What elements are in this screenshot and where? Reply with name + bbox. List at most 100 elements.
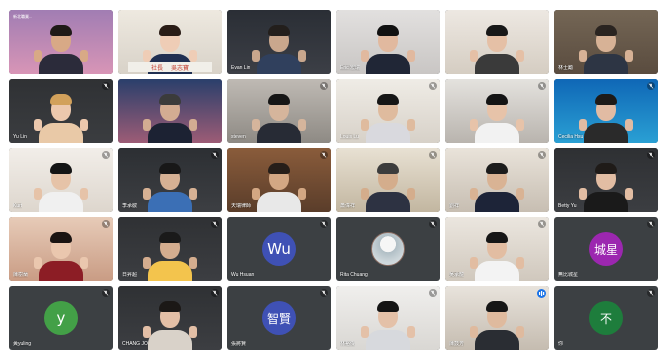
mic-off-icon (211, 289, 219, 297)
name-plate: 社長 吳志寶 (128, 62, 212, 72)
participant-name: 蕭偉祥 (340, 203, 356, 209)
participant-name: 林裕傑 (340, 341, 356, 347)
participant-video (470, 91, 524, 143)
participant-name: Wu Hsuan (231, 272, 255, 278)
participant-name: Betty Yu (558, 203, 577, 209)
participant-tile[interactable]: Louis Lu (336, 79, 440, 143)
participant-name: 日昇超 (122, 272, 138, 278)
mic-off-icon (102, 82, 110, 90)
participant-video (361, 91, 415, 143)
participant-name: Cecilia Hsu (558, 134, 584, 140)
participant-video (252, 22, 306, 74)
participant-name: Kurt (13, 203, 23, 209)
participant-avatar: Wu (262, 232, 296, 266)
participant-tile[interactable]: 陳鼓芳 (445, 286, 549, 350)
participant-tile[interactable]: 社長 吳志寶 (118, 10, 222, 74)
participant-name: Yu Lin (13, 134, 27, 140)
participant-video (470, 298, 524, 350)
participant-tile[interactable]: 林士勵 (554, 10, 658, 74)
mic-off-icon (647, 82, 655, 90)
participant-name: 你 (558, 341, 564, 347)
mic-off-icon (429, 82, 437, 90)
participant-tile[interactable]: Eric 宏瑞 (336, 10, 440, 74)
participant-tile[interactable]: 城星無比城星 (554, 217, 658, 281)
participant-video (143, 229, 197, 281)
participant-tile[interactable]: steven (227, 79, 331, 143)
mic-off-icon (647, 151, 655, 159)
participant-video (34, 22, 88, 74)
participant-tile[interactable]: 吳承龍 (445, 217, 549, 281)
participant-tile[interactable]: 不你 (554, 286, 658, 350)
participant-video (470, 22, 524, 74)
background-text: 新北職業... (13, 14, 33, 19)
participant-avatar: 城星 (589, 232, 623, 266)
participant-tile[interactable]: CHANG JO (118, 286, 222, 350)
mic-off-icon (211, 220, 219, 228)
participant-tile[interactable]: Rita Chuang (336, 217, 440, 281)
participant-tile[interactable] (445, 79, 549, 143)
participant-video (361, 22, 415, 74)
participant-name: 無比城星 (558, 272, 579, 278)
participant-name: 天瑞律師 (231, 203, 252, 209)
participant-video (579, 91, 633, 143)
mic-off-icon (211, 151, 219, 159)
participant-tile[interactable]: 陳樹蘭 (9, 217, 113, 281)
participant-tile[interactable]: Betty Yu (554, 148, 658, 212)
participant-tile[interactable]: Kurt (9, 148, 113, 212)
participant-tile[interactable]: Evan Lin (227, 10, 331, 74)
mic-off-icon (429, 220, 437, 228)
participant-tile[interactable]: y 黃yuling (9, 286, 113, 350)
participant-video (579, 22, 633, 74)
participant-video (470, 229, 524, 281)
mic-off-icon (102, 220, 110, 228)
participant-tile[interactable]: 日昇超 (118, 217, 222, 281)
name-plate-text: 吳志寶 (171, 64, 190, 72)
participant-video (470, 160, 524, 212)
participant-tile[interactable]: 智賢 張將賢 (227, 286, 331, 350)
participant-name: 黃yuling (13, 341, 32, 347)
participant-tile[interactable] (445, 10, 549, 74)
participant-tile[interactable]: 新北職業... (9, 10, 113, 74)
mic-off-icon (102, 289, 110, 297)
mic-off-icon (538, 151, 546, 159)
participant-tile[interactable]: 林裕傑 (336, 286, 440, 350)
participant-video (143, 298, 197, 350)
mic-off-icon (320, 151, 328, 159)
mic-off-icon (429, 289, 437, 297)
participant-name: Eric 宏瑞 (340, 65, 361, 71)
participant-tile[interactable]: 蕭偉祥 (336, 148, 440, 212)
mic-off-icon (647, 289, 655, 297)
participant-tile[interactable]: 李承叡 (118, 148, 222, 212)
participant-avatar: 不 (589, 301, 623, 335)
participant-video (361, 160, 415, 212)
participant-video (361, 298, 415, 350)
mic-off-icon (538, 82, 546, 90)
participant-tile[interactable]: Cecilia Hsu (554, 79, 658, 143)
participant-name: Rita Chuang (340, 272, 368, 278)
audio-level-icon (537, 289, 546, 298)
participant-name: 陳樹蘭 (13, 272, 29, 278)
participant-name: 李承叡 (122, 203, 138, 209)
participant-avatar (371, 232, 405, 266)
participant-video (34, 160, 88, 212)
mic-off-icon (320, 289, 328, 297)
participant-video (252, 160, 306, 212)
participant-name: CHANG JO (122, 341, 148, 347)
participant-name: 吳承龍 (449, 272, 465, 278)
mic-off-icon (320, 82, 328, 90)
participant-tile[interactable]: 劉祥 (445, 148, 549, 212)
mic-off-icon (538, 220, 546, 228)
participant-tile[interactable]: Yu Lin (9, 79, 113, 143)
participant-video (34, 229, 88, 281)
participant-video (579, 160, 633, 212)
participant-tile[interactable] (118, 79, 222, 143)
participant-grid: 新北職業... 社長 吳志寶 Evan Lin Eric 宏瑞 林士勵 Yu Lin stev… (9, 10, 658, 354)
participant-video (252, 91, 306, 143)
participant-tile[interactable]: Wu Wu Hsuan (227, 217, 331, 281)
name-plate-text: 社長 (150, 64, 163, 72)
participant-name: Louis Lu (340, 134, 359, 140)
mic-off-icon (647, 220, 655, 228)
mic-off-icon (320, 220, 328, 228)
participant-name: 陳鼓芳 (449, 341, 465, 347)
participant-tile[interactable]: 天瑞律師 (227, 148, 331, 212)
